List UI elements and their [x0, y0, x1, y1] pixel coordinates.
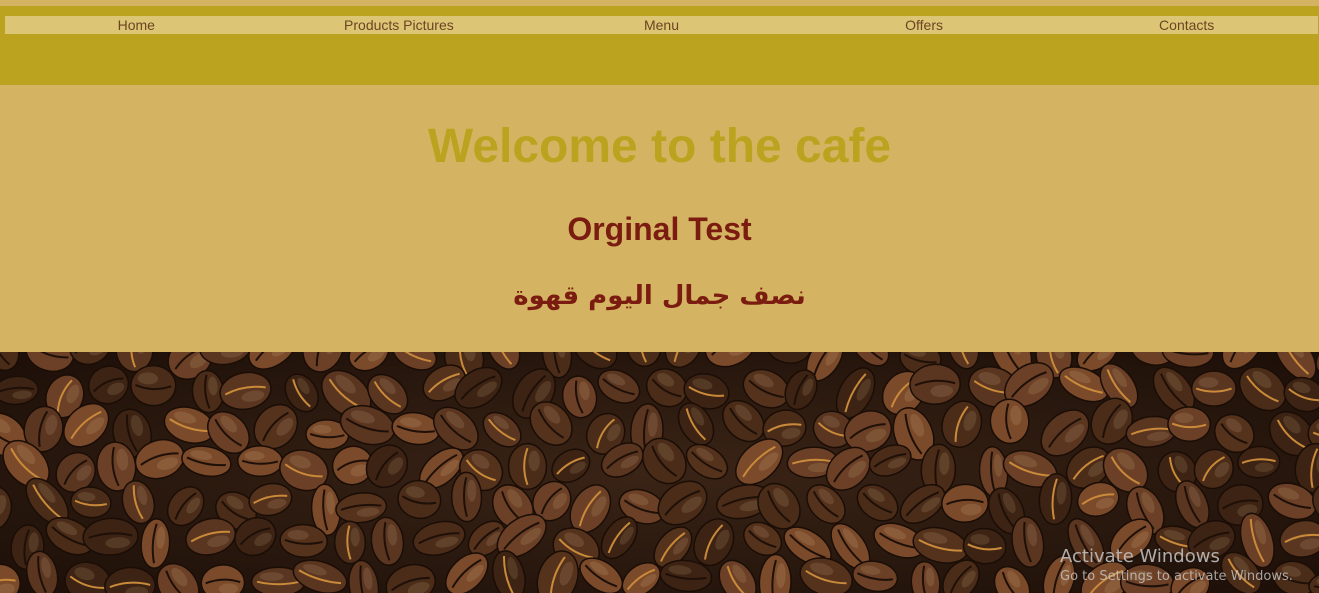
nav-item-offers[interactable]: Offers — [793, 16, 1056, 34]
watermark-subtitle: Go to Settings to activate Windows. — [1060, 569, 1293, 584]
nav-item-contacts[interactable]: Contacts — [1055, 16, 1318, 34]
main-nav: Home Products Pictures Menu Offers Conta… — [5, 16, 1318, 34]
page-subtitle: Orginal Test — [567, 211, 752, 247]
nav-item-menu[interactable]: Menu — [530, 16, 793, 34]
page-title: Welcome to the cafe — [427, 120, 892, 173]
arabic-tagline: نصف جمال اليوم قهوة — [513, 281, 806, 311]
nav-item-products-pictures[interactable]: Products Pictures — [268, 16, 531, 34]
windows-activation-watermark: Activate Windows Go to Settings to activ… — [1060, 546, 1319, 586]
site-header: Home Products Pictures Menu Offers Conta… — [0, 6, 1319, 85]
watermark-title: Activate Windows — [1060, 546, 1220, 567]
hero-section: Welcome to the cafe Orginal Test نصف جما… — [0, 85, 1319, 352]
nav-item-home[interactable]: Home — [5, 16, 268, 34]
